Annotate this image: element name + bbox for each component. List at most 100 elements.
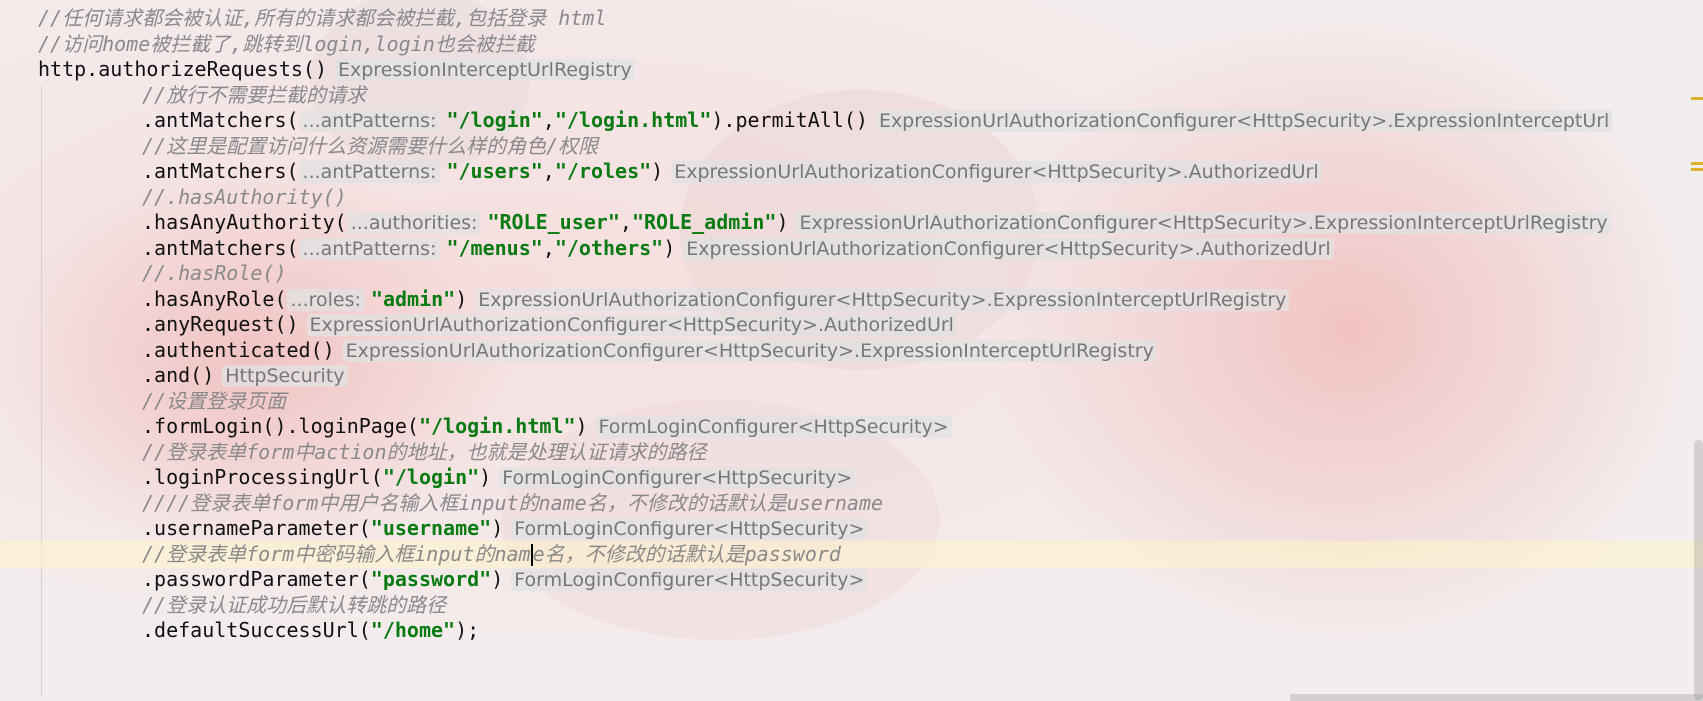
code-token[interactable]: ); [455, 618, 479, 642]
code-token[interactable]: ) [663, 236, 675, 260]
code-token[interactable]: .passwordParameter( [142, 567, 371, 591]
code-line-content[interactable]: //任何请求都会被认证,所有的请求都会被拦截,包括登录 html [38, 6, 606, 30]
string-literal[interactable]: "admin" [371, 287, 455, 311]
string-literal[interactable]: "ROLE_admin" [632, 210, 777, 234]
code-token[interactable]: .and() [142, 363, 214, 387]
code-token[interactable]: .formLogin().loginPage( [142, 414, 419, 438]
code-line-content[interactable]: //登录认证成功后默认转跳的路径 [142, 593, 446, 617]
code-token[interactable]: http.authorizeRequests() [38, 57, 327, 81]
code-line[interactable]: .anyRequest() ExpressionUrlAuthorizationC… [0, 311, 957, 338]
string-literal[interactable]: "/login" [446, 108, 542, 132]
code-line-content[interactable]: .defaultSuccessUrl("/home"); [142, 618, 479, 642]
code-line-content[interactable]: .usernameParameter("username") FormLoginC… [142, 516, 868, 540]
code-token[interactable]: .antMatchers( [142, 108, 299, 132]
code-line[interactable]: //登录认证成功后默认转跳的路径 [0, 592, 446, 619]
code-token[interactable]: .anyRequest() [142, 312, 299, 336]
parameter-hint[interactable]: ...roles: [286, 288, 365, 311]
string-literal[interactable]: "ROLE_user" [487, 210, 619, 234]
code-line-content[interactable]: .loginProcessingUrl("/login") FormLoginCo… [142, 465, 856, 489]
parameter-hint[interactable]: ...authorities: [346, 212, 482, 234]
code-line-content[interactable]: .authenticated() ExpressionUrlAuthorizati… [142, 338, 1157, 362]
type-hint[interactable]: FormLoginConfigurer<HttpSecurity> [511, 569, 868, 591]
code-token[interactable]: .usernameParameter( [142, 516, 371, 540]
type-hint[interactable]: FormLoginConfigurer<HttpSecurity> [595, 416, 952, 438]
code-line[interactable]: //这里是配置访问什么资源需要什么样的角色/权限 [0, 133, 598, 160]
code-line[interactable]: //.hasRole() [0, 260, 287, 287]
string-literal[interactable]: "/login.html" [419, 414, 576, 438]
code-line[interactable]: .defaultSuccessUrl("/home"); [0, 617, 479, 644]
code-line-content[interactable]: //放行不需要拦截的请求 [142, 83, 366, 107]
string-literal[interactable]: "username" [371, 516, 491, 540]
horizontal-scrollbar[interactable] [1290, 694, 1703, 701]
code-line[interactable]: .formLogin().loginPage("/login.html") For… [0, 413, 952, 440]
code-token[interactable]: .defaultSuccessUrl( [142, 618, 371, 642]
code-comment[interactable]: //放行不需要拦截的请求 [142, 83, 366, 107]
string-literal[interactable]: "/menus" [446, 236, 542, 260]
code-line-content[interactable]: .passwordParameter("password") FormLoginC… [142, 567, 868, 591]
code-token[interactable]: ) [576, 414, 588, 438]
code-comment[interactable]: //登录认证成功后默认转跳的路径 [142, 593, 446, 617]
code-line[interactable]: .usernameParameter("username") FormLoginC… [0, 515, 868, 542]
type-hint[interactable]: ExpressionUrlAuthorizationConfigurer<Htt… [342, 339, 1157, 362]
parameter-hint[interactable]: ...antPatterns: [298, 161, 441, 183]
code-token[interactable]: .hasAnyAuthority( [142, 210, 347, 234]
code-line-content[interactable]: .and() HttpSecurity [142, 363, 348, 387]
string-literal[interactable]: "/login.html" [555, 108, 712, 132]
code-line-content[interactable]: ////登录表单form中用户名输入框input的name名，不修改的话默认是u… [142, 491, 883, 515]
code-token[interactable]: ) [776, 210, 788, 234]
code-line[interactable]: //设置登录页面 [0, 388, 286, 415]
code-line-content[interactable]: .antMatchers(...antPatterns: "/login","/l… [142, 108, 1613, 132]
code-line-content[interactable]: http.authorizeRequests() ExpressionInterc… [38, 57, 635, 81]
code-comment[interactable]: //访问home被拦截了,跳转到login,login也会被拦截 [38, 32, 535, 56]
code-line[interactable]: //.hasAuthority() [0, 184, 347, 211]
code-line[interactable]: .hasAnyRole(...roles: "admin") ExpressionU… [0, 286, 1290, 313]
code-line-content[interactable]: .antMatchers(...antPatterns: "/menus","/o… [142, 236, 1334, 260]
code-line-content[interactable]: //登录表单form中action的地址，也就是处理认证请求的路径 [142, 440, 707, 464]
error-stripe-marker[interactable] [1691, 162, 1703, 165]
code-token[interactable]: ) [491, 567, 503, 591]
code-token[interactable]: , [543, 108, 555, 132]
code-comment[interactable]: //登录表单form中密码输入框input的nam [142, 542, 531, 566]
code-line[interactable]: //放行不需要拦截的请求 [0, 82, 366, 109]
code-line[interactable]: http.authorizeRequests() ExpressionInterc… [0, 56, 635, 83]
code-line[interactable]: .passwordParameter("password") FormLoginC… [0, 566, 868, 593]
code-line-content[interactable]: //设置登录页面 [142, 389, 286, 413]
code-token[interactable]: ) [491, 516, 503, 540]
code-line-content[interactable]: //这里是配置访问什么资源需要什么样的角色/权限 [142, 134, 598, 158]
code-line[interactable]: //任何请求都会被认证,所有的请求都会被拦截,包括登录 html [0, 5, 606, 32]
code-editor[interactable]: //任何请求都会被认证,所有的请求都会被拦截,包括登录 html//访问home… [0, 0, 1703, 701]
code-line-content[interactable]: .antMatchers(...antPatterns: "/users","/r… [142, 159, 1322, 183]
code-line-content[interactable]: .hasAnyAuthority(...authorities: "ROLE_us… [142, 210, 1611, 234]
code-token[interactable]: ) [455, 287, 467, 311]
type-hint[interactable]: ExpressionUrlAuthorizationConfigurer<Htt… [683, 237, 1334, 260]
string-literal[interactable]: "/users" [446, 159, 542, 183]
parameter-hint[interactable]: ...antPatterns: [298, 110, 441, 132]
code-line[interactable]: ////登录表单form中用户名输入框input的name名，不修改的话默认是u… [0, 490, 883, 517]
code-comment[interactable]: //登录表单form中action的地址，也就是处理认证请求的路径 [142, 440, 707, 464]
code-line[interactable]: .hasAnyAuthority(...authorities: "ROLE_us… [0, 209, 1611, 236]
type-hint[interactable]: ExpressionUrlAuthorizationConfigurer<Htt… [796, 212, 1611, 234]
code-token[interactable]: , [620, 210, 632, 234]
code-line-content[interactable]: .anyRequest() ExpressionUrlAuthorizationC… [142, 312, 957, 336]
code-line-content[interactable]: //.hasRole() [142, 261, 287, 285]
code-token[interactable]: ).permitAll() [711, 108, 868, 132]
code-comment[interactable]: //这里是配置访问什么资源需要什么样的角色/权限 [142, 134, 598, 158]
code-comment[interactable]: //任何请求都会被认证,所有的请求都会被拦截,包括登录 html [38, 6, 606, 30]
code-line-content[interactable]: //登录表单form中密码输入框input的nam e名，不修改的话默认是pass… [142, 542, 841, 566]
type-hint[interactable]: ExpressionUrlAuthorizationConfigurer<Htt… [306, 314, 957, 336]
code-comment[interactable]: e名，不修改的话默认是password [533, 542, 841, 566]
code-line[interactable]: .antMatchers(...antPatterns: "/menus","/o… [0, 235, 1334, 262]
code-token[interactable]: ) [651, 159, 663, 183]
error-stripe-marker[interactable] [1691, 168, 1703, 171]
code-line[interactable]: //登录表单form中密码输入框input的nam e名，不修改的话默认是pass… [0, 540, 1703, 568]
type-hint[interactable]: ExpressionUrlAuthorizationConfigurer<Htt… [671, 161, 1322, 183]
type-hint[interactable]: ExpressionUrlAuthorizationConfigurer<Htt… [475, 288, 1290, 311]
parameter-hint[interactable]: ...antPatterns: [298, 237, 441, 260]
code-comment[interactable]: //.hasAuthority() [142, 185, 347, 209]
code-line-content[interactable]: //访问home被拦截了,跳转到login,login也会被拦截 [38, 32, 535, 56]
code-token[interactable]: , [543, 236, 555, 260]
type-hint[interactable]: FormLoginConfigurer<HttpSecurity> [511, 518, 868, 540]
string-literal[interactable]: "/login" [383, 465, 479, 489]
code-token[interactable]: , [543, 159, 555, 183]
code-comment[interactable]: //设置登录页面 [142, 389, 286, 413]
